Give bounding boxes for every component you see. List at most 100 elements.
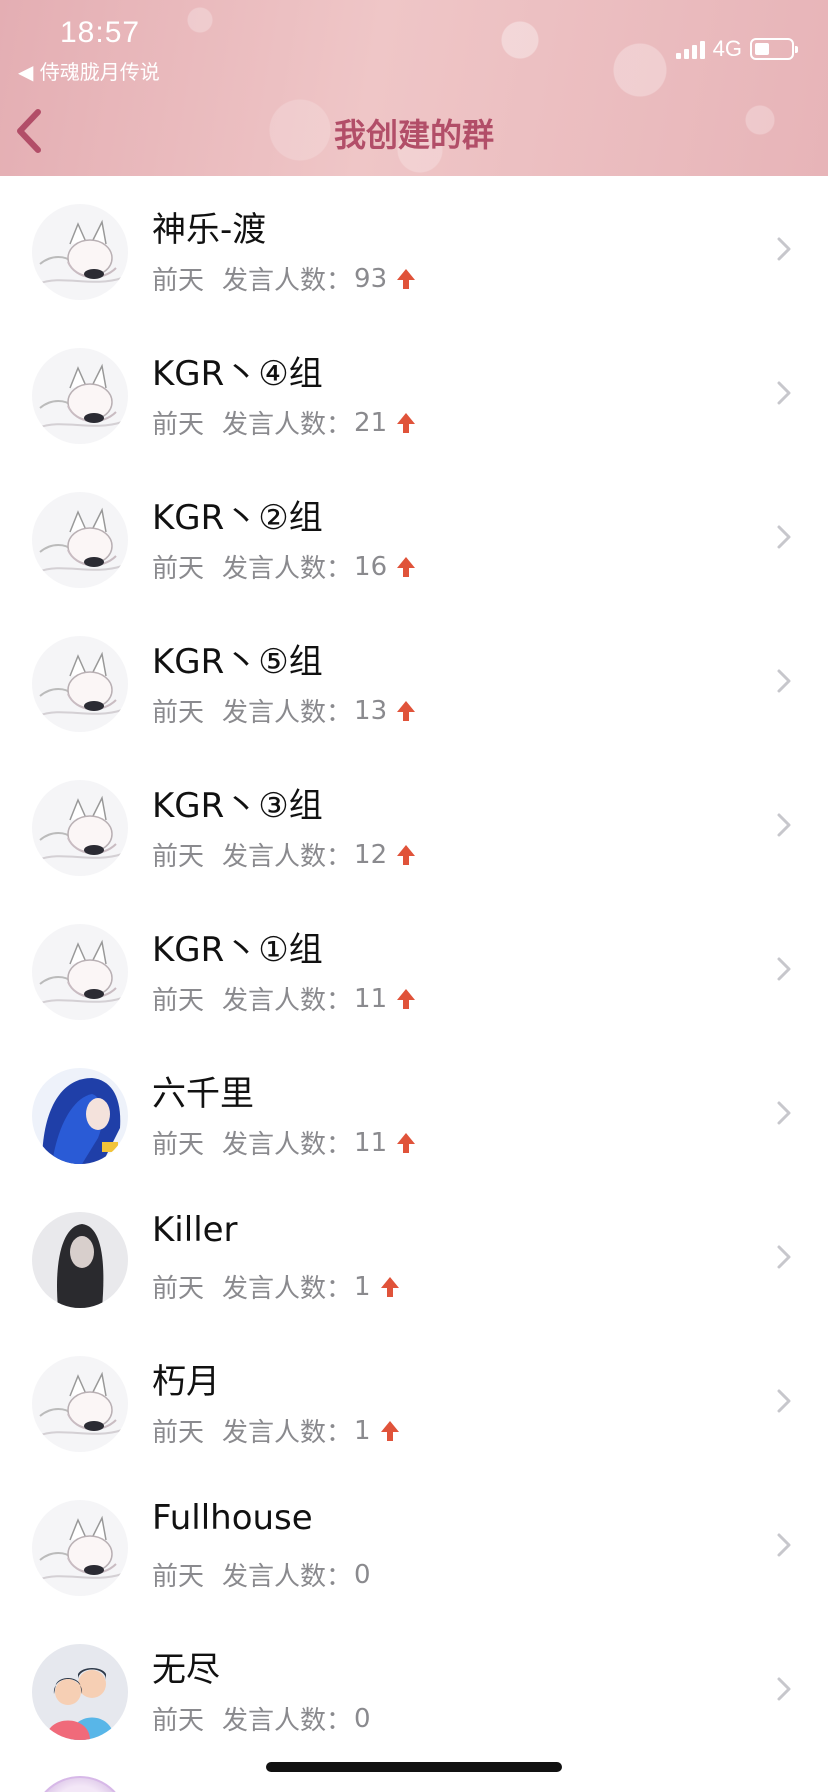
- battery-icon: [750, 38, 798, 60]
- speakers-count: 11: [354, 983, 388, 1014]
- chevron-right-icon: [774, 378, 794, 408]
- group-name: 朽月: [152, 1362, 220, 1402]
- speakers-count: 13: [354, 695, 388, 726]
- group-meta: 前天 发言人数： 1: [152, 1412, 401, 1449]
- speakers-count: 0: [354, 1559, 371, 1590]
- speakers-label: 发言人数：: [222, 266, 353, 296]
- trend-up-icon: [395, 267, 417, 291]
- trend-up-icon: [395, 411, 417, 435]
- avatar: [32, 1500, 128, 1596]
- trend-up-icon: [395, 843, 417, 867]
- avatar: [32, 636, 128, 732]
- chevron-right-icon: [774, 1530, 794, 1560]
- status-time: 18:57: [60, 16, 141, 49]
- group-meta: 前天 发言人数： 1: [152, 1268, 401, 1305]
- avatar: [32, 1356, 128, 1452]
- last-active-day: 前天: [152, 986, 205, 1016]
- avatar: [32, 204, 128, 300]
- list-item[interactable]: KGR丶①组前天 发言人数： 11: [0, 896, 828, 1040]
- group-name: KGR丶①组: [152, 930, 323, 970]
- chevron-right-icon: [774, 522, 794, 552]
- chevron-right-icon: [774, 1098, 794, 1128]
- list-item[interactable]: KGR丶④组前天 发言人数： 21: [0, 320, 828, 464]
- avatar: [32, 1068, 128, 1164]
- speakers-count: 1: [354, 1415, 371, 1446]
- network-type: 4G: [712, 36, 742, 61]
- speakers-count: 0: [354, 1703, 371, 1734]
- last-active-day: 前天: [152, 1706, 205, 1736]
- group-name: Fullhouse: [152, 1498, 313, 1538]
- avatar: [32, 924, 128, 1020]
- chevron-right-icon: [774, 954, 794, 984]
- group-meta: 前天 发言人数： 16: [152, 548, 417, 585]
- trend-up-icon: [395, 699, 417, 723]
- last-active-day: 前天: [152, 698, 205, 728]
- group-name: Killer: [152, 1210, 238, 1250]
- avatar: [32, 348, 128, 444]
- list-item[interactable]: 朽月前天 发言人数： 1: [0, 1328, 828, 1472]
- group-name: KGR丶③组: [152, 786, 323, 826]
- home-indicator[interactable]: [266, 1762, 562, 1772]
- list-item[interactable]: KGR丶⑤组前天 发言人数： 13: [0, 608, 828, 752]
- trend-up-icon: [379, 1275, 401, 1299]
- avatar: [32, 1644, 128, 1740]
- trend-up-icon: [395, 987, 417, 1011]
- trend-up-icon: [379, 1419, 401, 1443]
- chevron-right-icon: [774, 1674, 794, 1704]
- speakers-label: 发言人数：: [222, 1418, 353, 1448]
- avatar: [32, 1212, 128, 1308]
- speakers-label: 发言人数：: [222, 1274, 353, 1304]
- group-meta: 前天 发言人数： 13: [152, 692, 417, 729]
- group-name: 神乐-渡: [152, 210, 267, 250]
- group-meta: 前天 发言人数： 11: [152, 1124, 417, 1161]
- chevron-right-icon: [774, 666, 794, 696]
- group-name: 无尽: [152, 1650, 220, 1690]
- list-item[interactable]: 六千里前天 发言人数： 11: [0, 1040, 828, 1184]
- avatar: [32, 492, 128, 588]
- speakers-label: 发言人数：: [222, 1706, 353, 1736]
- last-active-day: 前天: [152, 842, 205, 872]
- speakers-count: 11: [354, 1127, 388, 1158]
- group-meta: 前天 发言人数： 11: [152, 980, 417, 1017]
- group-meta: 前天 发言人数： 0: [152, 1556, 371, 1593]
- last-active-day: 前天: [152, 1274, 205, 1304]
- group-name: KGR丶⑤组: [152, 642, 323, 682]
- chevron-right-icon: [774, 1242, 794, 1272]
- chevron-right-icon: [774, 810, 794, 840]
- speakers-label: 发言人数：: [222, 698, 353, 728]
- speakers-label: 发言人数：: [222, 1130, 353, 1160]
- last-active-day: 前天: [152, 1418, 205, 1448]
- speakers-count: 12: [354, 839, 388, 870]
- status-indicators: 4G: [675, 36, 798, 62]
- group-name: KGR丶④组: [152, 354, 323, 394]
- speakers-label: 发言人数：: [222, 410, 353, 440]
- list-item[interactable]: 神乐-渡前天 发言人数： 93: [0, 176, 828, 320]
- header: 18:57 ◀ 侍魂胧月传说 4G 我创建的群: [0, 0, 828, 176]
- trend-up-icon: [395, 555, 417, 579]
- back-to-app-link[interactable]: ◀ 侍魂胧月传说: [18, 56, 160, 85]
- list-item[interactable]: 无尽前天 发言人数： 0: [0, 1616, 828, 1760]
- list-item[interactable]: Killer 前天 发言人数： 1: [0, 1184, 828, 1328]
- list-item[interactable]: Fullhouse 前天 发言人数： 0: [0, 1472, 828, 1616]
- group-name: KGR丶②组: [152, 498, 323, 538]
- trend-up-icon: [395, 1131, 417, 1155]
- group-list: 神乐-渡 前天 发言人数： 93 KGR丶④组 前天 发言人数： 21 KGR丶②组 前天 发言人数…: [0, 176, 828, 1760]
- list-item[interactable]: KGR丶②组前天 发言人数： 16: [0, 464, 828, 608]
- speakers-label: 发言人数：: [222, 554, 353, 584]
- speakers-count: 93: [354, 263, 388, 294]
- speakers-label: 发言人数：: [222, 1562, 353, 1592]
- chevron-right-icon: [774, 234, 794, 264]
- avatar: [32, 780, 128, 876]
- group-meta: 前天 发言人数： 21: [152, 404, 417, 441]
- speakers-count: 16: [354, 551, 388, 582]
- list-item[interactable]: KGR丶③组前天 发言人数： 12: [0, 752, 828, 896]
- group-meta: 前天 发言人数： 0: [152, 1700, 371, 1737]
- last-active-day: 前天: [152, 1130, 205, 1160]
- last-active-day: 前天: [152, 266, 205, 296]
- group-name: 六千里: [152, 1074, 254, 1114]
- group-meta: 前天 发言人数： 12: [152, 836, 417, 873]
- chevron-right-icon: [774, 1386, 794, 1416]
- signal-icon: [675, 39, 705, 59]
- last-active-day: 前天: [152, 554, 205, 584]
- speakers-count: 21: [354, 407, 388, 438]
